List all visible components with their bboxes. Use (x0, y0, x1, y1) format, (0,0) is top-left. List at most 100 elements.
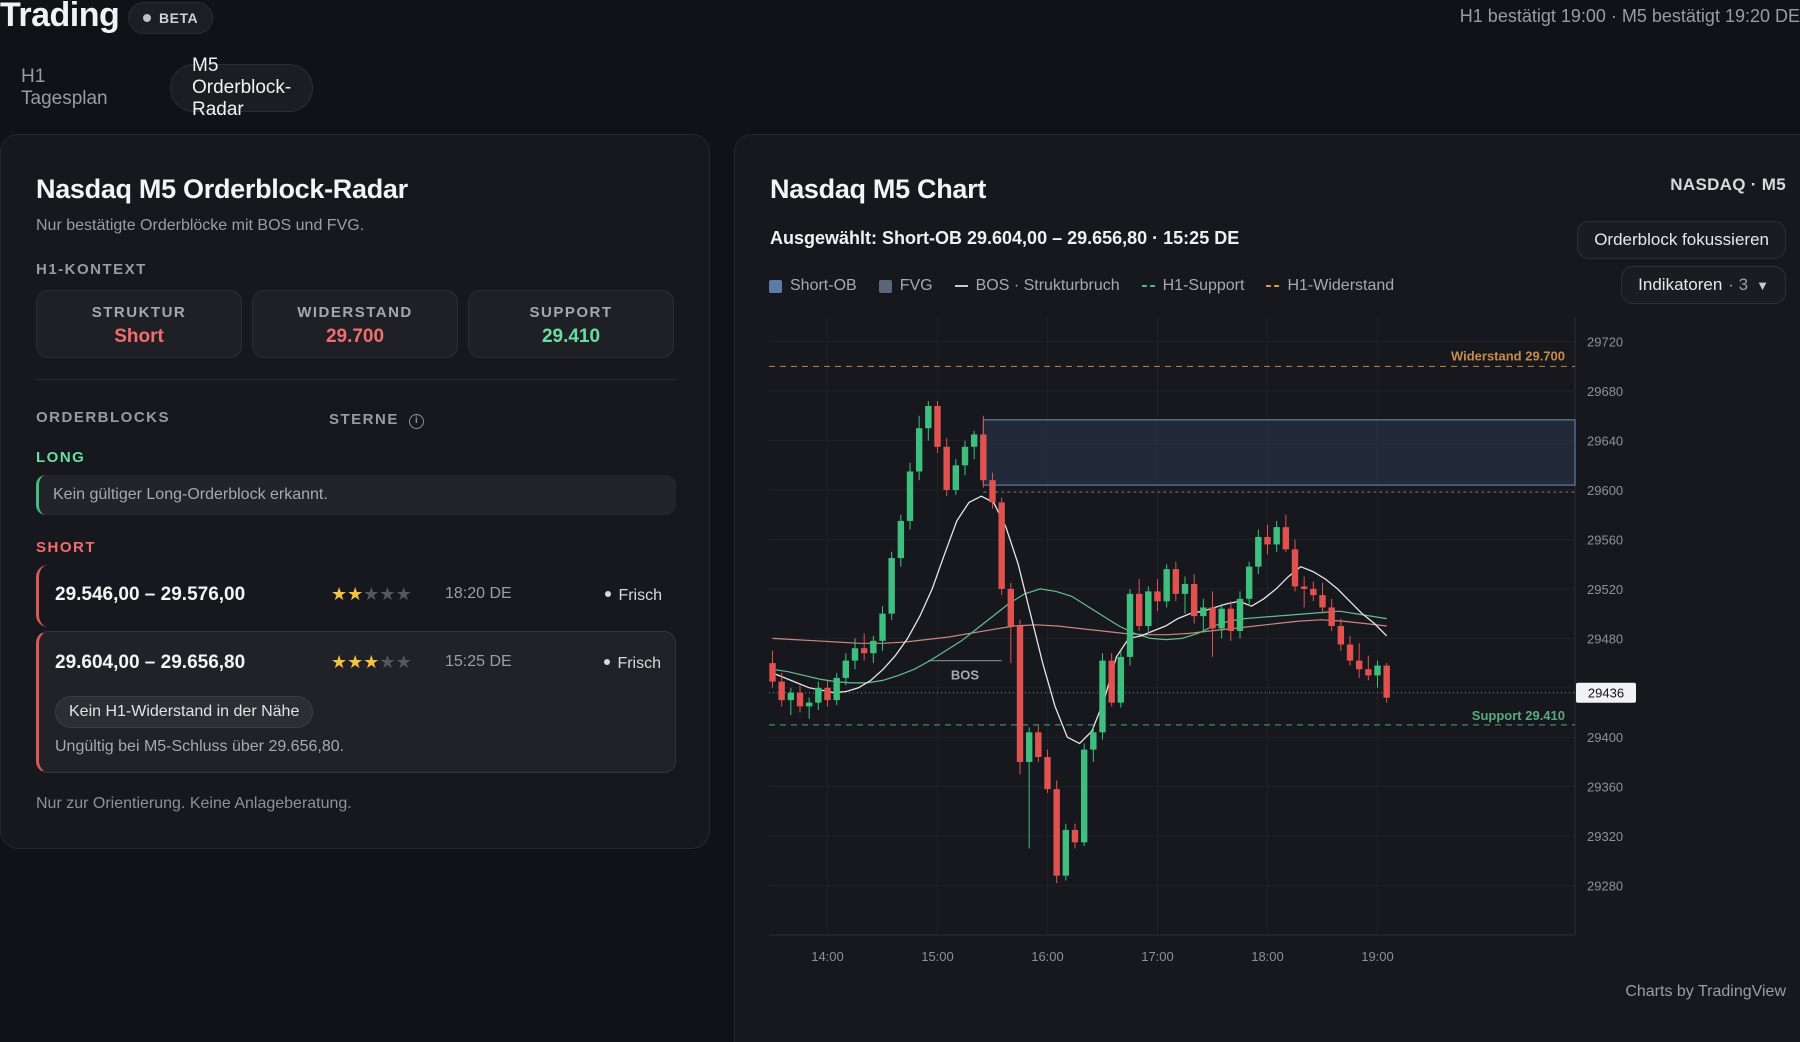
candle-body (1209, 607, 1216, 629)
context-support-value: 29.410 (541, 326, 601, 347)
tab-m5-orderblock-radar[interactable]: M5 Orderblock-Radar (170, 55, 314, 120)
y-tick-label: 29400 (1587, 730, 1623, 745)
context-struktur-value: Short (114, 326, 164, 347)
candle-body (1200, 607, 1207, 617)
orderblock-range: 29.604,00 – 29.656,80 (55, 652, 246, 673)
info-icon[interactable]: i (408, 414, 424, 429)
sma-fast-line (772, 495, 1388, 745)
y-tick-label: 29720 (1587, 335, 1623, 350)
x-tick-label: 17:00 (1141, 949, 1174, 964)
star-empty-icon: ★ (395, 584, 412, 604)
candle-body (1264, 537, 1271, 545)
star-filled-icon: ★ (331, 652, 348, 672)
candle-body (1365, 669, 1372, 676)
short-orderblock-row[interactable]: 29.546,00 – 29.576,00 ★★★★★ 18:20 DE Fri… (36, 565, 676, 627)
legend-fvg: FVG (878, 277, 933, 295)
symbol-badge: NASDAQ · M5 (1670, 175, 1786, 194)
last-price-label: 29436 (1588, 686, 1624, 701)
indicators-button[interactable]: Indikatoren · 3 ▼ (1621, 266, 1786, 304)
app-title: Trading (0, 0, 120, 34)
candle-body (1245, 566, 1253, 599)
candle-body (815, 687, 822, 703)
star-filled-icon: ★ (347, 584, 364, 604)
candle-body (1117, 656, 1125, 703)
candle-body (1172, 569, 1180, 594)
chart-panel: Nasdaq M5 Chart NASDAQ · M5 Ausgewählt: … (734, 134, 1800, 1042)
x-tick-label: 19:00 (1361, 949, 1394, 964)
short-orderblock-zone (982, 419, 1576, 486)
legend-swatch (954, 285, 968, 287)
invalidation-note: Ungültig bei M5-Schluss über 29.656,80. (55, 738, 345, 755)
candle-body (842, 660, 850, 678)
legend-label: H1-Widerstand (1287, 277, 1395, 294)
indicators-label: Indikatoren (1638, 275, 1723, 294)
candle-body (1291, 549, 1299, 587)
candle-body (1135, 593, 1143, 626)
candle-body (1053, 789, 1060, 876)
long-label: LONG (36, 449, 86, 466)
h1-context-label: H1-KONTEXT (36, 261, 147, 278)
legend-label: BOS · Strukturbruch (975, 277, 1120, 294)
status-label: Frisch (617, 655, 661, 672)
candle-body (989, 480, 996, 503)
focus-orderblock-button[interactable]: Orderblock fokussieren (1577, 221, 1786, 259)
star-empty-icon: ★ (395, 652, 412, 672)
tab-h1-tagesplan[interactable]: H1 Tagesplan (21, 64, 108, 112)
star-filled-icon: ★ (347, 652, 364, 672)
candle-body (1007, 588, 1015, 626)
bos-label: BOS (951, 668, 980, 683)
legend-swatch (878, 279, 892, 293)
legend-h1-resistance: H1-Widerstand (1266, 277, 1394, 295)
status-badge: Frisch (605, 587, 662, 605)
candle-body (934, 405, 941, 447)
candlestick-chart[interactable]: Widerstand 29.700 Support 29.410 BOS 29280 2… (735, 317, 1735, 977)
candle-body (851, 648, 859, 661)
candle-body (925, 405, 932, 429)
legend-short-ob: Short-OB (769, 277, 857, 295)
candle-body (1163, 569, 1170, 602)
star-filled-icon: ★ (363, 652, 380, 672)
beta-dot-icon (143, 14, 151, 22)
disclaimer: Nur zur Orientierung. Keine Anlageberatu… (36, 795, 352, 812)
x-tick-label: 18:00 (1251, 949, 1284, 964)
candle-body (952, 465, 960, 491)
short-orderblock-row-selected[interactable]: 29.604,00 – 29.656,80 ★★★★★ 15:25 DE Fri… (36, 631, 676, 773)
candle-body (787, 692, 795, 701)
y-tick-label: 29640 (1587, 434, 1623, 449)
candle-body (1328, 607, 1335, 626)
selected-orderblock: Ausgewählt: Short-OB 29.604,00 – 29.656,… (770, 228, 1240, 248)
y-tick-label: 29520 (1587, 582, 1623, 597)
star-rating: ★★★★★ (331, 584, 412, 605)
y-tick-label: 29680 (1587, 384, 1623, 399)
y-tick-label: 29280 (1587, 879, 1623, 894)
tradingview-credit[interactable]: Charts by TradingView (1625, 983, 1786, 1001)
status-dot-icon (605, 591, 612, 597)
legend-label: H1-Support (1162, 277, 1245, 294)
orderblock-radar-panel: Nasdaq M5 Orderblock-Radar Nur bestätigt… (0, 134, 710, 849)
star-filled-icon: ★ (331, 584, 348, 604)
candle-body (1355, 660, 1363, 670)
h1-resistance-label: Widerstand 29.700 (1451, 348, 1565, 363)
candle-body (805, 702, 813, 707)
x-tick-label: 16:00 (1031, 949, 1064, 964)
candle-body (1218, 608, 1225, 629)
x-tick-label: 14:00 (811, 949, 844, 964)
candle-body (1126, 593, 1134, 657)
x-tick-label: 15:00 (921, 949, 954, 964)
orderblock-range: 29.546,00 – 29.576,00 (55, 584, 246, 605)
candle-body (1337, 626, 1345, 645)
candle-body (1319, 595, 1326, 608)
y-tick-label: 29360 (1587, 780, 1623, 795)
legend-label: FVG (899, 277, 933, 294)
y-tick-label: 29480 (1587, 631, 1623, 646)
context-struktur: STRUKTUR Short (36, 290, 242, 358)
candle-body (1273, 527, 1280, 545)
candle-body (1025, 732, 1033, 762)
candle-body (1310, 588, 1317, 596)
candle-body (1108, 660, 1115, 703)
candle-body (1255, 537, 1262, 567)
candle-body (906, 471, 914, 521)
context-widerstand-key: WIDERSTAND (297, 304, 413, 321)
candle-body (1071, 829, 1079, 843)
candle-body (1227, 608, 1235, 631)
